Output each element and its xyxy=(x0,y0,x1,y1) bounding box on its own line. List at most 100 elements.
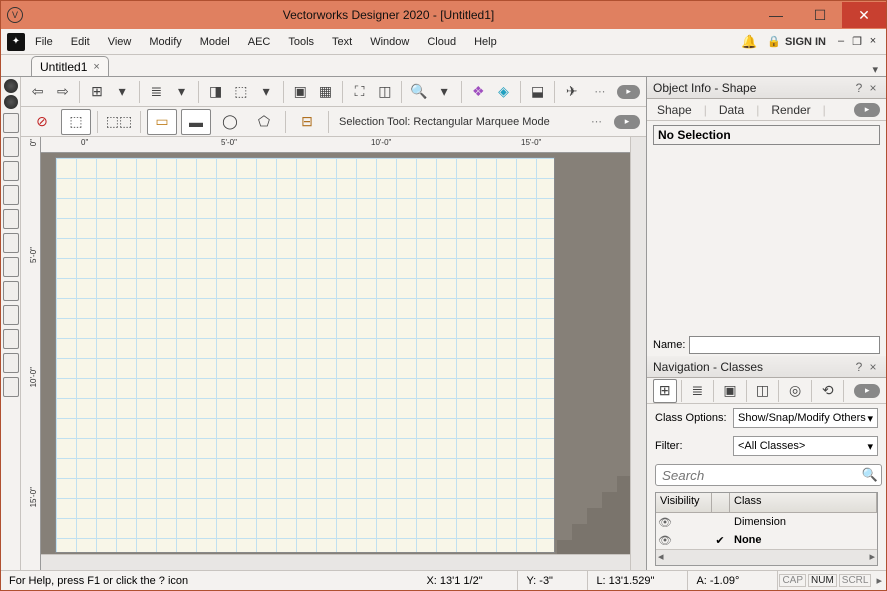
tab-shape[interactable]: Shape xyxy=(653,103,696,117)
status-arrow-icon[interactable]: ▸ xyxy=(872,574,886,587)
single-object-mode-button[interactable]: ⬚ xyxy=(61,109,91,135)
nav-back-button[interactable]: ⇦ xyxy=(27,80,48,104)
palette-tool-5[interactable] xyxy=(3,209,19,229)
zoom-dropdown[interactable]: ▾ xyxy=(434,80,455,104)
drawing-canvas[interactable] xyxy=(41,153,630,554)
render-mode-button[interactable]: ❖ xyxy=(468,80,489,104)
palette-tool-7[interactable] xyxy=(3,257,19,277)
menu-aec[interactable]: AEC xyxy=(240,34,279,50)
nav-toggle[interactable]: ▸ xyxy=(854,384,880,398)
classes-button[interactable]: ⊞ xyxy=(86,80,107,104)
doc-restore-button[interactable]: ❐ xyxy=(850,35,864,48)
app-logo-icon[interactable]: ✦ xyxy=(7,33,25,51)
fit-to-page-button[interactable]: ⛶ xyxy=(349,80,370,104)
navigation-header[interactable]: Navigation - Classes ? × xyxy=(647,356,886,378)
horizontal-scrollbar[interactable] xyxy=(41,554,630,570)
menu-window[interactable]: Window xyxy=(362,34,417,50)
search-input[interactable] xyxy=(655,464,882,486)
nav-references-button[interactable]: ⟲ xyxy=(816,379,840,403)
layers-dropdown[interactable]: ▾ xyxy=(171,80,192,104)
polygon-button[interactable]: ⬠ xyxy=(249,109,279,135)
name-field[interactable] xyxy=(689,336,880,354)
nav-saved-views-button[interactable]: ◎ xyxy=(783,379,807,403)
nav-viewports-button[interactable]: ◫ xyxy=(751,379,775,403)
view-button-1[interactable]: ▣ xyxy=(290,80,311,104)
marquee-fill-button[interactable]: ▬ xyxy=(181,109,211,135)
view-button-2[interactable]: ▦ xyxy=(315,80,336,104)
modebar-overflow-icon[interactable]: ⋯ xyxy=(587,115,606,128)
col-blank[interactable] xyxy=(712,493,730,512)
search-icon[interactable]: 🔍 xyxy=(862,467,878,483)
menu-file[interactable]: File xyxy=(27,34,61,50)
tab-render[interactable]: Render xyxy=(767,103,814,117)
palette-tool-12[interactable] xyxy=(3,377,19,397)
nav-close-icon[interactable]: × xyxy=(866,360,880,374)
layers-button[interactable]: ≣ xyxy=(146,80,167,104)
saved-views-button[interactable]: ◨ xyxy=(205,80,226,104)
marquee-rect-button[interactable]: ▭ xyxy=(147,109,177,135)
col-class[interactable]: Class xyxy=(730,493,877,512)
visibility-visible-icon[interactable]: 👁 xyxy=(656,534,674,547)
menu-text[interactable]: Text xyxy=(324,34,360,50)
panel-close-icon[interactable]: × xyxy=(866,81,880,95)
col-visibility[interactable]: Visibility xyxy=(656,493,712,512)
nav-design-layers-button[interactable]: ≣ xyxy=(686,379,710,403)
drawing-page[interactable] xyxy=(55,157,555,553)
doc-close-button[interactable]: × xyxy=(866,35,880,48)
tab-dropdown-icon[interactable]: ▾ xyxy=(864,63,886,76)
palette-tool-6[interactable] xyxy=(3,233,19,253)
object-info-header[interactable]: Object Info - Shape ? × xyxy=(647,77,886,99)
close-button[interactable]: ✕ xyxy=(842,2,886,28)
palette-dot-2[interactable] xyxy=(4,95,18,109)
menu-view[interactable]: View xyxy=(100,34,140,50)
palette-tool-4[interactable] xyxy=(3,185,19,205)
vertical-scrollbar[interactable] xyxy=(630,137,646,570)
object-info-toggle[interactable]: ▸ xyxy=(854,103,880,117)
maximize-button[interactable]: ☐ xyxy=(798,2,842,28)
working-plane-dropdown[interactable]: ▾ xyxy=(256,80,277,104)
toolbar-overflow-icon[interactable]: ⋯ xyxy=(590,85,609,98)
menu-tools[interactable]: Tools xyxy=(280,34,322,50)
current-view-button[interactable]: ◈ xyxy=(493,80,514,104)
menu-modify[interactable]: Modify xyxy=(141,34,189,50)
table-row[interactable]: 👁 ✔ None xyxy=(656,531,877,549)
palette-tool-3[interactable] xyxy=(3,161,19,181)
flyover-button[interactable]: ✈ xyxy=(561,80,582,104)
projection-button[interactable]: ⬓ xyxy=(527,80,548,104)
menu-help[interactable]: Help xyxy=(466,34,505,50)
fit-to-objects-button[interactable]: ◫ xyxy=(374,80,395,104)
menu-model[interactable]: Model xyxy=(192,34,238,50)
class-options-select[interactable]: Show/Snap/Modify Others▾ xyxy=(733,408,878,428)
look-at-working-plane-button[interactable]: ⬚ xyxy=(230,80,251,104)
palette-tool-10[interactable] xyxy=(3,329,19,349)
tab-untitled1[interactable]: Untitled1 × xyxy=(31,56,109,76)
wall-insertion-button[interactable]: ⊟ xyxy=(292,109,322,135)
menu-cloud[interactable]: Cloud xyxy=(419,34,464,50)
toolbar-toggle-2[interactable]: ▸ xyxy=(614,115,640,129)
lasso-button[interactable]: ◯ xyxy=(215,109,245,135)
bell-icon[interactable]: 🔔 xyxy=(741,34,759,50)
panel-help-icon[interactable]: ? xyxy=(852,81,866,95)
table-scrollbar[interactable]: ◂ ▸ xyxy=(656,549,877,565)
multi-object-mode-button[interactable]: ⬚⬚ xyxy=(104,109,134,135)
doc-minimize-button[interactable]: – xyxy=(834,35,848,48)
palette-tool-11[interactable] xyxy=(3,353,19,373)
palette-tool-1[interactable] xyxy=(3,113,19,133)
palette-tool-9[interactable] xyxy=(3,305,19,325)
sign-in-button[interactable]: 🔒SIGN IN xyxy=(761,35,832,48)
visibility-visible-icon[interactable]: 👁 xyxy=(656,516,674,529)
filter-select[interactable]: <All Classes>▾ xyxy=(733,436,878,456)
minimize-button[interactable]: — xyxy=(754,2,798,28)
nav-help-icon[interactable]: ? xyxy=(852,360,866,374)
palette-tool-2[interactable] xyxy=(3,137,19,157)
tab-close-icon[interactable]: × xyxy=(93,61,99,73)
scroll-right-icon[interactable]: ▸ xyxy=(869,550,875,565)
toolbar-toggle-1[interactable]: ▸ xyxy=(617,85,640,99)
table-row[interactable]: 👁 Dimension xyxy=(656,513,877,531)
palette-dot-1[interactable] xyxy=(4,79,18,93)
menu-edit[interactable]: Edit xyxy=(63,34,98,50)
scroll-left-icon[interactable]: ◂ xyxy=(658,550,664,565)
nav-sheet-layers-button[interactable]: ▣ xyxy=(718,379,742,403)
nav-forward-button[interactable]: ⇨ xyxy=(52,80,73,104)
disable-interactive-mode-button[interactable]: ⊘ xyxy=(27,109,57,135)
